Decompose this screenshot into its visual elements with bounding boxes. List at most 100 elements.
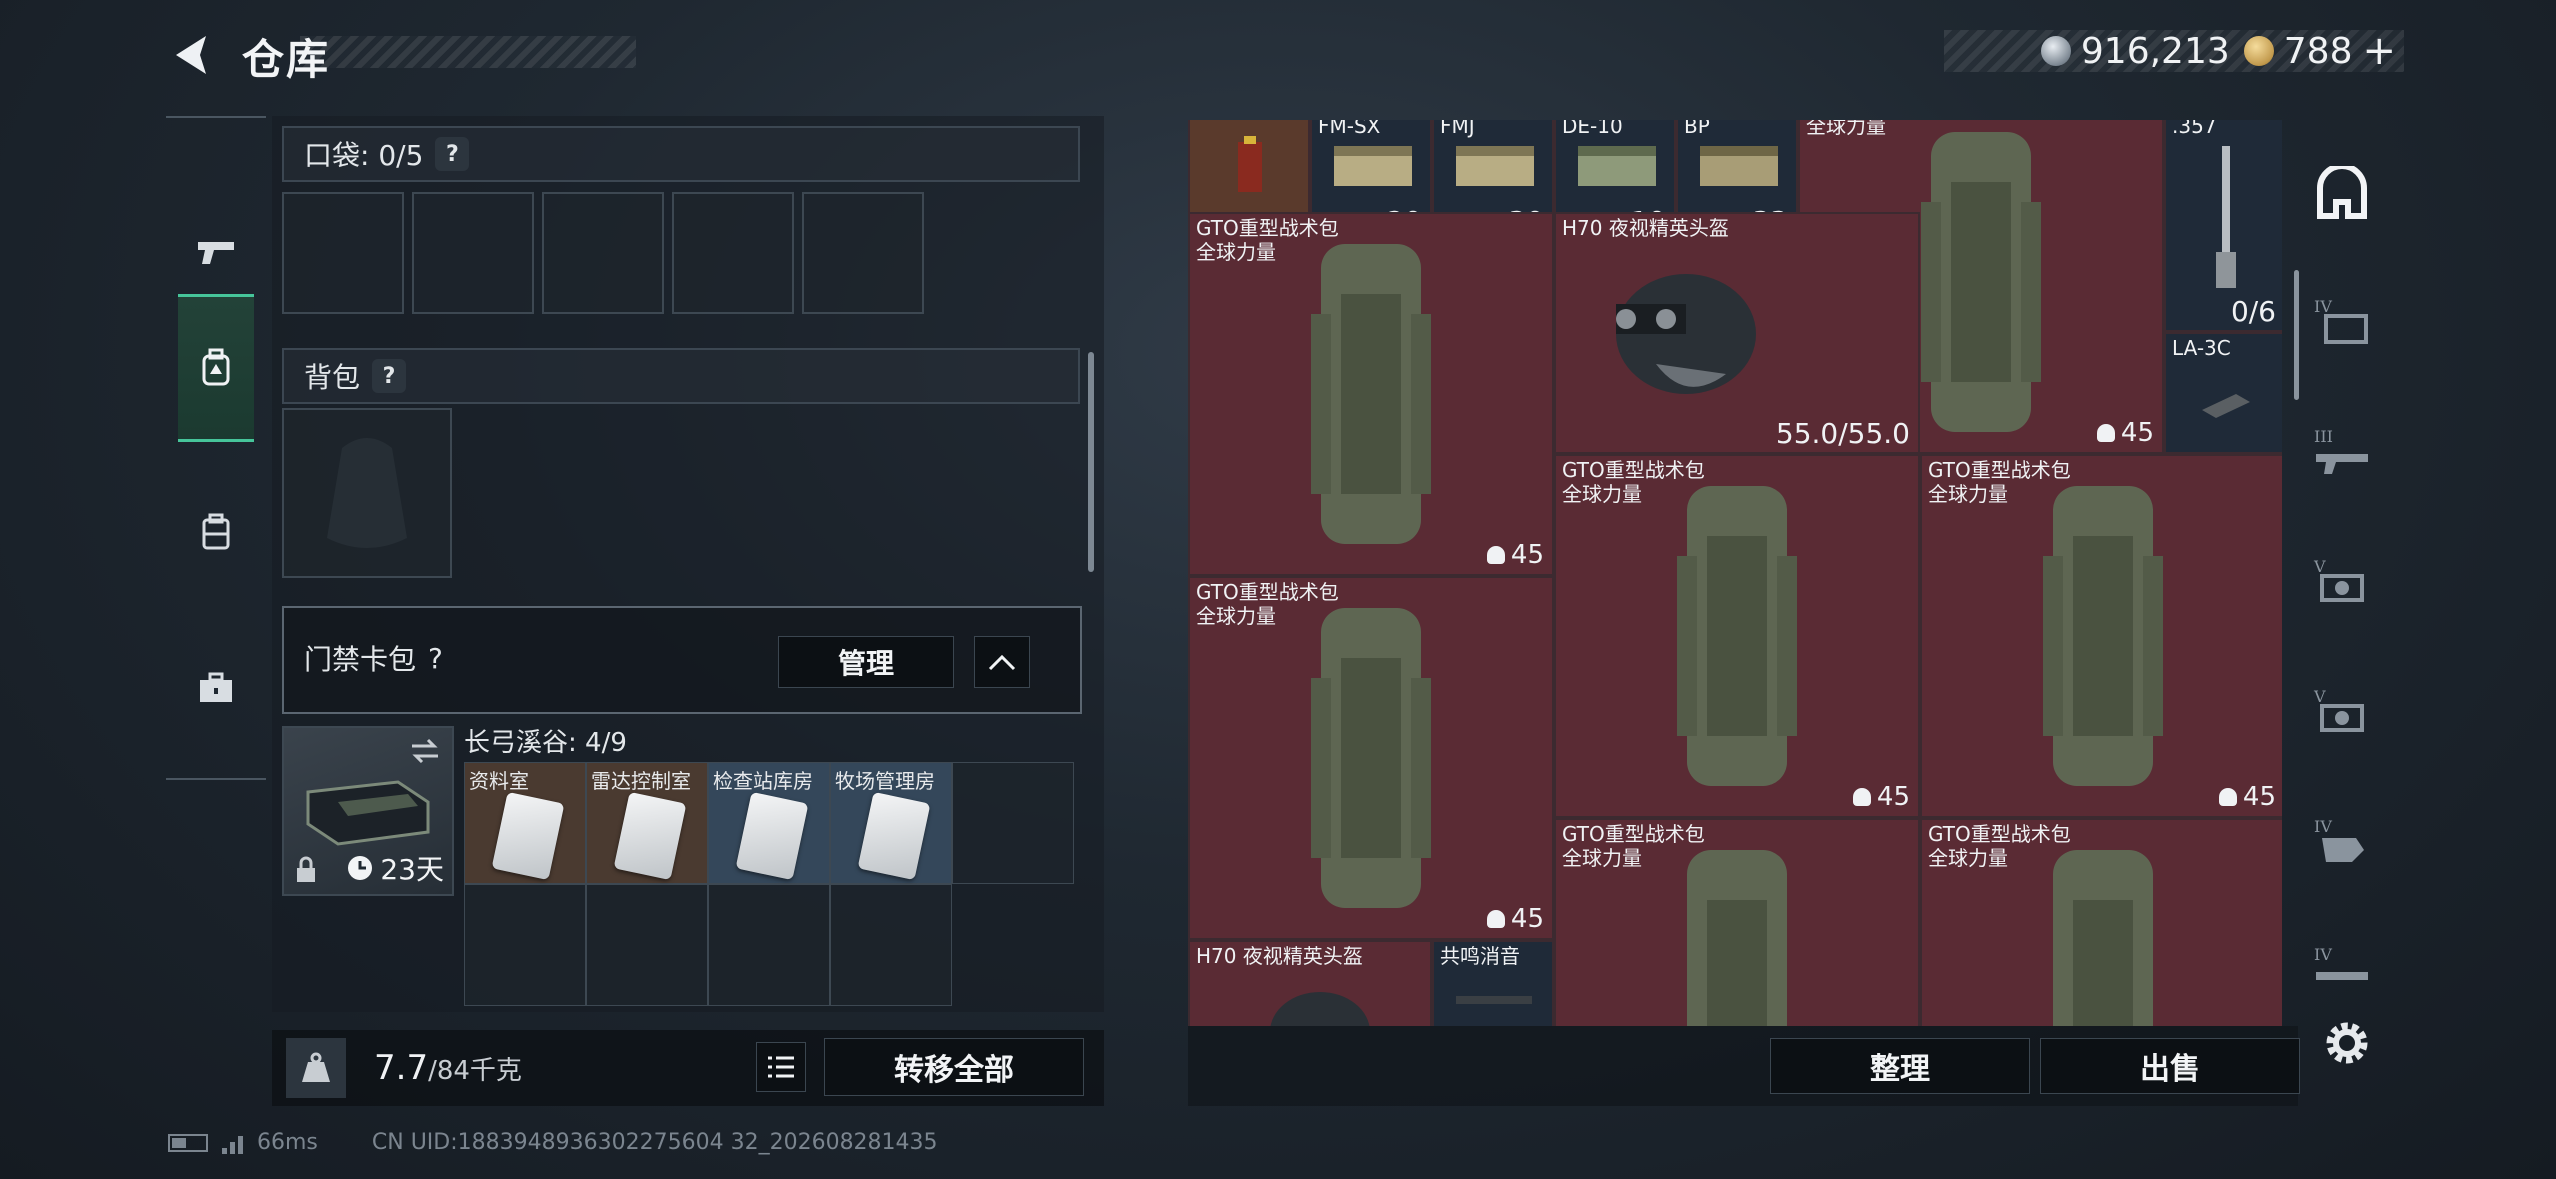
- item-weight: 45: [2218, 782, 2276, 812]
- weapon-tier-icon[interactable]: III: [2312, 422, 2372, 482]
- item-helmet[interactable]: H70 夜视精英头盔: [1188, 940, 1432, 1026]
- keycard-slot[interactable]: 资料室: [464, 762, 586, 884]
- title-decoration: [300, 36, 636, 68]
- armor-tier-icon[interactable]: IV: [2312, 292, 2372, 352]
- pocket-label: 口袋: 0/5: [304, 139, 424, 172]
- equipment-tier-icon[interactable]: V: [2312, 682, 2372, 742]
- keycard-slot[interactable]: 检查站库房: [708, 762, 830, 884]
- tactical-backpack-icon: [1921, 132, 2041, 432]
- lock-icon: [297, 856, 315, 882]
- keycard-help-button[interactable]: ?: [428, 642, 443, 675]
- pocket-slot[interactable]: [672, 192, 794, 314]
- item-attachment[interactable]: LA-3C: [2164, 332, 2282, 454]
- add-currency-button[interactable]: +: [2362, 28, 2396, 74]
- carry-weight: 7.7/84千克: [374, 1048, 522, 1088]
- back-arrow-icon[interactable]: [166, 30, 216, 80]
- item-weight: 45: [2096, 418, 2154, 448]
- tab-gear[interactable]: [178, 294, 254, 442]
- silver-currency: 916,213: [2040, 31, 2230, 72]
- tab-backpack[interactable]: [178, 458, 254, 606]
- svg-text:IV: IV: [2314, 297, 2332, 316]
- keycard-slot[interactable]: 雷达控制室: [586, 762, 708, 884]
- ammo-tier-icon[interactable]: IV: [2312, 940, 2372, 1000]
- pocket-header: 口袋: 0/5 ?: [282, 126, 1080, 182]
- pocket-slot[interactable]: [802, 192, 924, 314]
- pocket-slot[interactable]: [542, 192, 664, 314]
- item-name: FMJ: [1440, 120, 1475, 138]
- keycard-slot[interactable]: [830, 884, 952, 1006]
- keycard-name: 资料室: [469, 769, 529, 793]
- silver-coin-icon: [2040, 36, 2071, 66]
- item-backpack[interactable]: GTO重型战术包 全球力量 45: [1188, 212, 1554, 576]
- misc-tier-icon[interactable]: IV: [2312, 812, 2372, 872]
- keycard-icon: [735, 791, 809, 881]
- backpack-icon: [202, 513, 230, 550]
- all-items-icon[interactable]: [2312, 164, 2372, 224]
- pocket-slot[interactable]: [412, 192, 534, 314]
- sell-button[interactable]: 出售: [2040, 1038, 2300, 1094]
- item-backpack[interactable]: GTO重型战术包 全球力量 45: [1920, 454, 2282, 818]
- item-backpack[interactable]: GTO重型战术包 全球力量 45: [1188, 576, 1554, 940]
- svg-text:III: III: [2314, 427, 2333, 446]
- keycard-slot[interactable]: [586, 884, 708, 1006]
- keycard-section: 门禁卡包 ? 管理: [282, 606, 1082, 714]
- backpack-gear-icon: [202, 348, 230, 386]
- item-brand: 全球力量: [1806, 120, 1886, 138]
- left-scrollbar[interactable]: [1088, 352, 1094, 572]
- keycard-case[interactable]: 23天: [282, 726, 454, 896]
- keycard-slot[interactable]: 牧场管理房: [830, 762, 952, 884]
- item-backpack[interactable]: GTO重型战术包 全球力量 45: [1554, 454, 1920, 818]
- ammo-box-icon: [1578, 146, 1656, 186]
- keycard-slot[interactable]: [708, 884, 830, 1006]
- item-name: BP: [1684, 120, 1710, 138]
- ammo-box-icon: [1334, 146, 1412, 186]
- swap-icon[interactable]: [408, 736, 442, 766]
- list-view-button[interactable]: [756, 1042, 806, 1092]
- backpack-header: 背包 ?: [282, 348, 1080, 404]
- storage-scrollbar[interactable]: [2294, 270, 2299, 400]
- collapse-button[interactable]: [974, 636, 1030, 688]
- storage-filter-rail: IV III V V IV IV: [2302, 140, 2382, 1020]
- item-name: H70 夜视精英头盔: [1562, 216, 1729, 240]
- manage-button[interactable]: 管理: [778, 636, 954, 688]
- keycard-icon: [491, 791, 565, 881]
- svg-text:V: V: [2313, 557, 2326, 576]
- keycard-name: 检查站库房: [713, 769, 813, 793]
- item-name: 共鸣消音: [1440, 944, 1520, 968]
- storage-actions: 整理 出售: [1188, 1026, 2300, 1106]
- ping-value: 66ms: [257, 1130, 318, 1155]
- tactical-backpack-icon: [2053, 850, 2153, 1026]
- transfer-all-button[interactable]: 转移全部: [824, 1038, 1084, 1096]
- night-vision-helmet-icon: [1616, 274, 1756, 394]
- keycard-slot[interactable]: [952, 762, 1074, 884]
- gold-currency[interactable]: 788 +: [2243, 28, 2396, 74]
- night-vision-helmet-icon: [1270, 992, 1370, 1026]
- svg-text:V: V: [2313, 687, 2326, 706]
- keycard-icon: [613, 791, 687, 881]
- settings-gear-icon[interactable]: [2320, 1016, 2374, 1070]
- laser-attachment-icon: [2202, 394, 2250, 418]
- storage-grid: FM-SX 20 FMJ 30 DE-10 10 BP 33 全球力量 45 .…: [1188, 120, 2282, 1026]
- item-durability: 55.0/55.0: [1775, 417, 1910, 450]
- list-icon: [768, 1056, 794, 1078]
- tab-toolbox[interactable]: [178, 614, 254, 762]
- item-backpack[interactable]: GTO重型战术包 全球力量: [1554, 818, 1920, 1026]
- item-suppressor[interactable]: 共鸣消音: [1432, 940, 1554, 1026]
- loadout-panel: 口袋: 0/5 ? 背包 ? 门禁卡包 ? 管理 23天 长弓溪谷: 4/9 资…: [272, 116, 1104, 1012]
- equipment-tier-icon[interactable]: V: [2312, 552, 2372, 612]
- organize-button[interactable]: 整理: [1770, 1038, 2030, 1094]
- backpack-help-button[interactable]: ?: [372, 359, 407, 393]
- pocket-slot[interactable]: [282, 192, 404, 314]
- item-revolver[interactable]: .357 0/6: [2164, 120, 2282, 332]
- item-helmet[interactable]: H70 夜视精英头盔 55.0/55.0: [1554, 212, 1920, 454]
- tactical-backpack-icon: [1677, 486, 1797, 786]
- current-weight: 7.7: [374, 1048, 429, 1088]
- signal-icon: [222, 1132, 243, 1154]
- pocket-help-button[interactable]: ?: [435, 137, 470, 171]
- tactical-backpack-icon: [1311, 244, 1431, 544]
- max-weight: /84千克: [428, 1056, 522, 1086]
- cocktail-icon: [1238, 136, 1262, 192]
- item-backpack[interactable]: GTO重型战术包 全球力量: [1920, 818, 2282, 1026]
- keycard-slot[interactable]: [464, 884, 586, 1006]
- backpack-slot[interactable]: [282, 408, 452, 578]
